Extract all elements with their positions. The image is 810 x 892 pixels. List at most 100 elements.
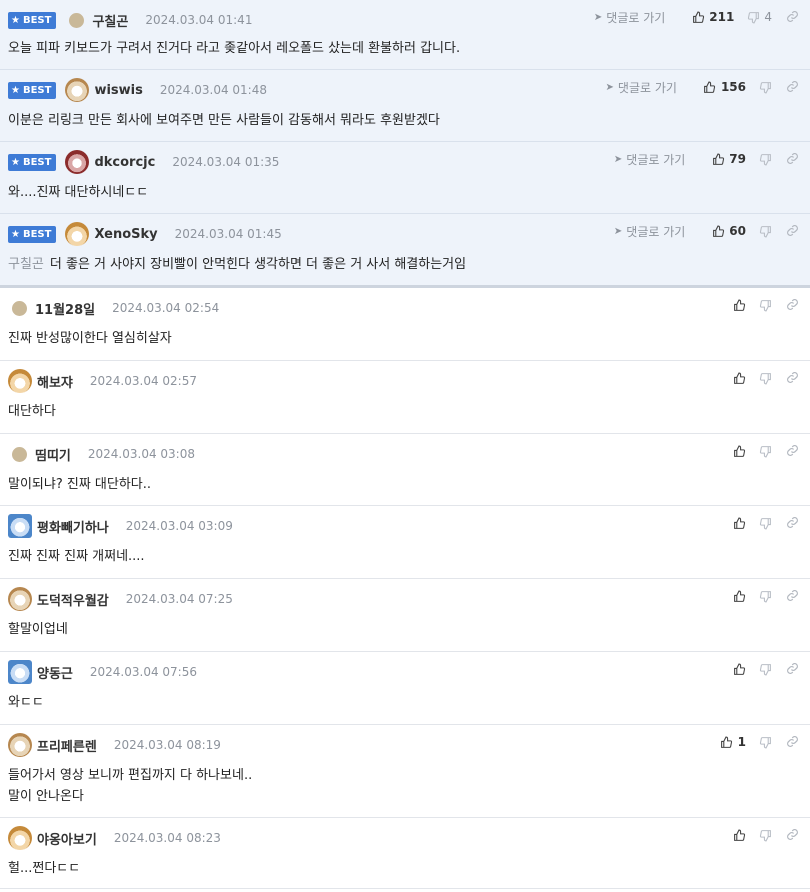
copy-link-button[interactable]	[786, 152, 800, 166]
copy-link-button[interactable]	[786, 298, 800, 312]
avatar[interactable]	[8, 826, 32, 850]
avatar[interactable]	[8, 733, 32, 757]
avatar[interactable]	[65, 150, 90, 174]
copy-link-button[interactable]	[786, 735, 800, 749]
like-button[interactable]	[732, 371, 746, 385]
link-icon	[786, 444, 799, 458]
avatar[interactable]	[12, 446, 27, 462]
avatar[interactable]	[65, 78, 90, 102]
dislike-button[interactable]	[758, 516, 772, 530]
copy-link-button[interactable]	[786, 828, 800, 842]
dislike-button[interactable]	[758, 298, 772, 312]
link-icon	[786, 371, 799, 385]
author-nickname[interactable]: 프리페른렌	[37, 736, 97, 755]
comment-date: 2024.03.04 07:25	[125, 592, 233, 606]
reply-mention[interactable]: 구칠곤	[8, 257, 44, 272]
author-nickname[interactable]: 평화빼기하나	[37, 517, 109, 536]
comment-body: 진짜 진짜 진짜 개쩌네....	[8, 549, 145, 564]
go-to-reply-link[interactable]: ➤ 댓글로 가기	[594, 9, 665, 26]
go-to-reply-link[interactable]: ➤ 댓글로 가기	[614, 223, 685, 240]
copy-link-button[interactable]	[786, 444, 800, 458]
link-icon	[786, 516, 799, 530]
link-icon	[786, 828, 799, 842]
dislike-button[interactable]	[758, 662, 772, 676]
copy-link-button[interactable]	[786, 662, 800, 676]
comment-body: 할말이업네	[8, 622, 68, 637]
author-nickname[interactable]: 11월28일	[35, 299, 95, 318]
dislike-button[interactable]	[758, 828, 772, 842]
link-icon	[786, 735, 799, 749]
dislike-button[interactable]: 4	[746, 10, 772, 24]
comment-header: ★ BEST 구칠곤 2024.03.04 01:41	[8, 10, 252, 30]
link-icon	[786, 662, 799, 676]
author-nickname[interactable]: 도덕적우월감	[37, 590, 109, 609]
comment-actions: ➤ 댓글로 가기 60	[614, 222, 800, 240]
author-nickname[interactable]: XenoSky	[94, 227, 157, 242]
comment-text: 오늘 피파 키보드가 구려서 진거다 라고 좆같아서 레오폴드 샀는데 환불하러…	[8, 38, 460, 59]
author-nickname[interactable]: 구칠곤	[92, 11, 128, 30]
comment-actions	[720, 296, 800, 314]
like-button[interactable]: 211	[691, 10, 734, 24]
dislike-button[interactable]	[758, 371, 772, 385]
comment-actions: ➤ 댓글로 가기 79	[614, 150, 800, 168]
avatar[interactable]	[65, 222, 90, 246]
best-comment: ★ BEST XenoSky 2024.03.04 01:45 ➤ 댓글로 가기 60 구칠곤…	[0, 214, 810, 288]
comment: 11월28일 2024.03.04 02:54 진짜 반성많이한다 열심히살자	[0, 288, 810, 361]
copy-link-button[interactable]	[786, 80, 800, 94]
author-nickname[interactable]: 양동근	[37, 663, 73, 682]
avatar[interactable]	[12, 300, 27, 316]
copy-link-button[interactable]	[786, 516, 800, 530]
author-nickname[interactable]: 해보쟈	[37, 372, 73, 391]
thumbs-up-icon	[732, 298, 746, 312]
dislike-button[interactable]	[758, 80, 772, 94]
like-button[interactable]: 60	[711, 224, 746, 238]
comment-actions: ➤ 댓글로 가기 211 4	[594, 8, 800, 26]
like-button[interactable]	[732, 298, 746, 312]
comment-body: 오늘 피파 키보드가 구려서 진거다 라고 좆같아서 레오폴드 샀는데 환불하러…	[8, 41, 461, 56]
copy-link-button[interactable]	[786, 224, 800, 238]
comment-header: 해보쟈 2024.03.04 02:57	[8, 369, 197, 393]
like-count: 1	[737, 735, 746, 749]
dislike-button[interactable]	[758, 444, 772, 458]
go-to-reply-link[interactable]: ➤ 댓글로 가기	[614, 151, 685, 168]
like-button[interactable]: 1	[720, 735, 746, 749]
thumbs-up-icon	[711, 224, 725, 238]
comment: 띰띠기 2024.03.04 03:08 말이되냐? 진짜 대단하다..	[0, 434, 810, 506]
star-icon: ★	[11, 14, 20, 26]
dislike-button[interactable]	[758, 152, 772, 166]
copy-link-button[interactable]	[786, 10, 800, 24]
avatar[interactable]	[8, 587, 32, 611]
comment-date: 2024.03.04 03:09	[125, 519, 233, 533]
author-nickname[interactable]: dkcorcjc	[94, 155, 155, 170]
author-nickname[interactable]: wiswis	[94, 83, 142, 98]
best-label: BEST	[22, 84, 52, 96]
dislike-button[interactable]	[758, 735, 772, 749]
avatar[interactable]	[8, 514, 32, 538]
copy-link-button[interactable]	[786, 371, 800, 385]
comment-body: 말이되냐? 진짜 대단하다..	[8, 477, 152, 492]
avatar[interactable]	[69, 12, 85, 28]
author-nickname[interactable]: 야옹아보기	[37, 829, 97, 848]
comment-actions: 1	[708, 733, 800, 751]
copy-link-button[interactable]	[786, 589, 800, 603]
star-icon: ★	[11, 84, 20, 96]
comment-text: 헐...쩐다ㄷㄷ	[8, 858, 80, 879]
dislike-button[interactable]	[758, 224, 772, 238]
best-label: BEST	[22, 156, 52, 168]
like-button[interactable]	[732, 589, 746, 603]
like-button[interactable]	[732, 516, 746, 530]
like-count: 60	[729, 224, 746, 238]
best-badge: ★ BEST	[8, 153, 57, 171]
like-button[interactable]	[732, 662, 746, 676]
author-nickname[interactable]: 띰띠기	[35, 445, 71, 464]
avatar[interactable]	[8, 660, 32, 684]
like-button[interactable]: 79	[711, 152, 746, 166]
like-button[interactable]: 156	[703, 80, 746, 94]
like-button[interactable]	[732, 444, 746, 458]
like-button[interactable]	[732, 828, 746, 842]
avatar[interactable]	[8, 369, 32, 393]
go-to-reply-link[interactable]: ➤ 댓글로 가기	[606, 79, 677, 96]
link-icon	[786, 152, 799, 166]
dislike-button[interactable]	[758, 589, 772, 603]
comment-actions	[720, 442, 800, 460]
